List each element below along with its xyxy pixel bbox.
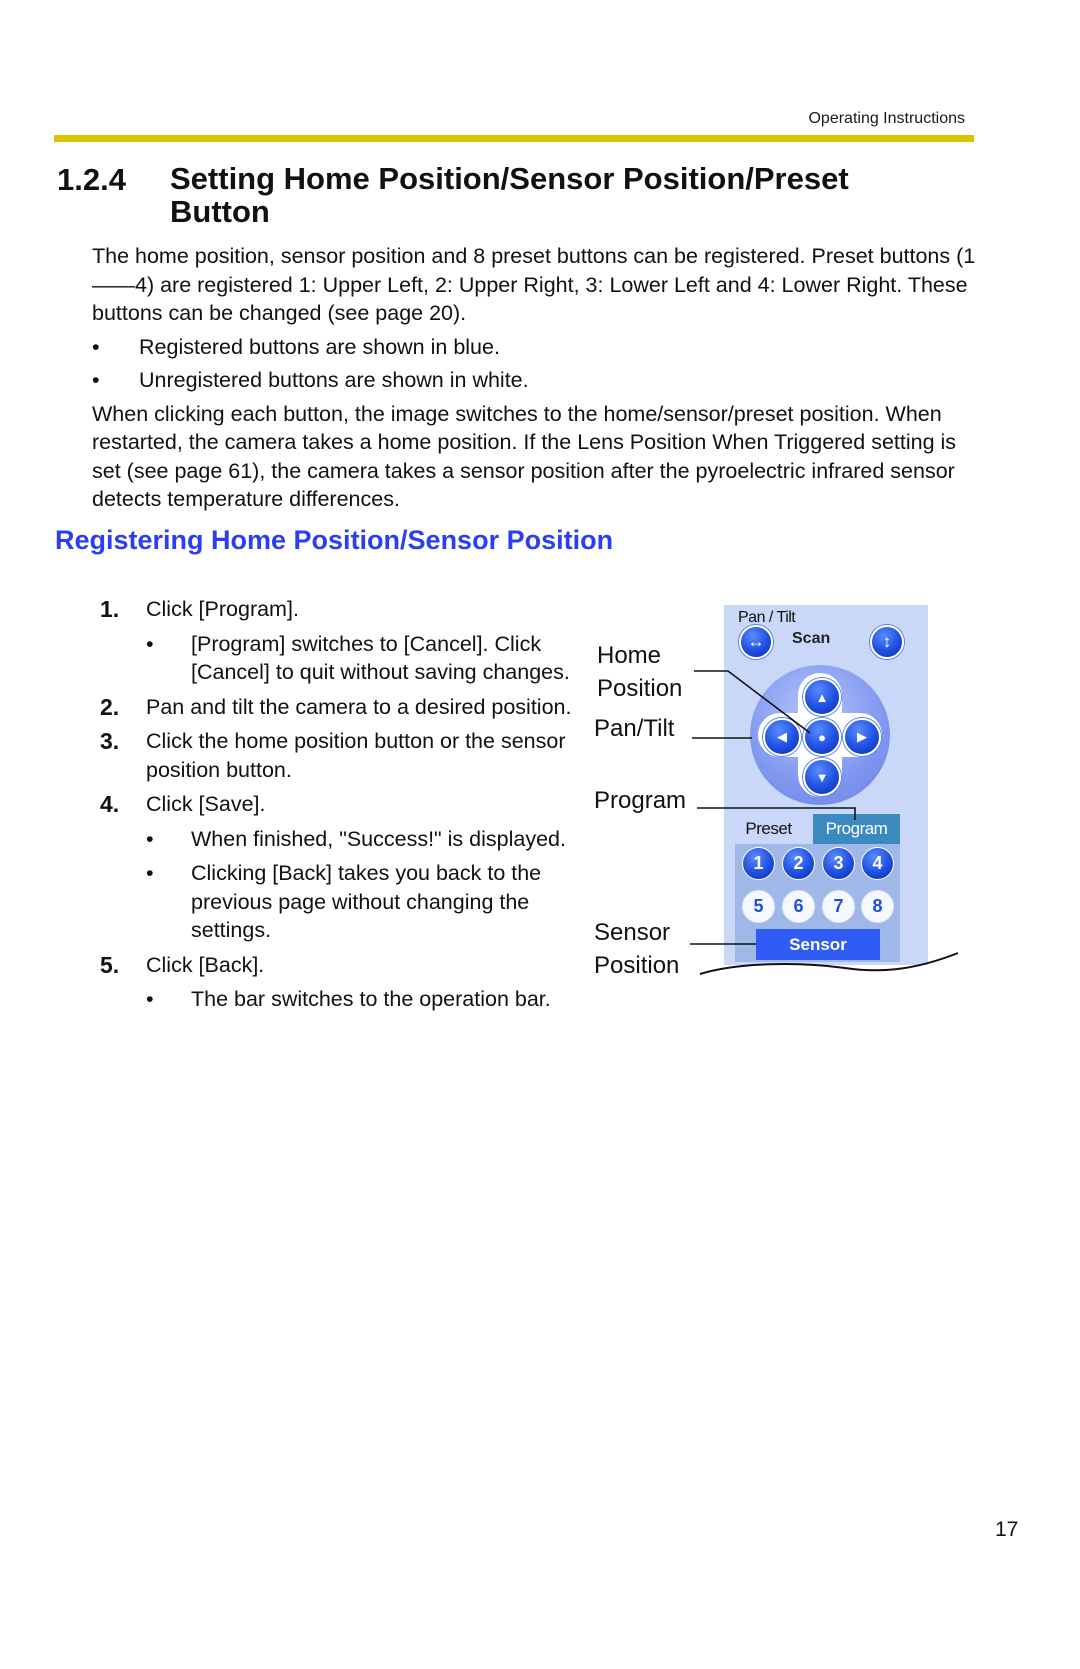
running-head: Operating Instructions [808, 110, 965, 127]
scan-label: Scan [792, 630, 831, 647]
step-note: • When finished, "Success!" is displayed. [146, 825, 580, 854]
preset-button-4[interactable]: 4 [861, 847, 894, 880]
callout-home-line1: Home [597, 642, 662, 669]
step-2: 2. Pan and tilt the camera to a desired … [100, 693, 580, 722]
preset-button-7[interactable]: 7 [822, 890, 855, 923]
preset-button-2[interactable]: 2 [782, 847, 815, 880]
step-3: 3. Click the home position button or the… [100, 727, 580, 784]
bullet-icon: • [146, 987, 154, 1011]
bullet-icon: • [146, 861, 154, 885]
pan-tilt-title: Pan / Tilt [738, 609, 796, 626]
direction-pad: ▲ ◀ ● ▶ ▼ [750, 665, 890, 805]
callout-sensor-position: Sensor Position [594, 918, 679, 981]
home-position-button[interactable]: ● [803, 718, 841, 756]
step-note: • The bar switches to the operation bar. [146, 985, 580, 1014]
step-number: 5. [100, 951, 120, 978]
step-4: 4. Click [Save]. • When finished, "Succes… [100, 790, 580, 945]
arrow-left-icon: ◀ [777, 729, 787, 744]
step-number: 3. [100, 728, 120, 754]
preset-button-6[interactable]: 6 [782, 890, 815, 923]
step-note: • Clicking [Back] takes you back to the p… [146, 859, 580, 945]
callout-sensor-line2: Position [594, 952, 680, 979]
step-text: Pan and tilt the camera to a desired pos… [146, 694, 572, 719]
step-note-text: When finished, "Success!" is displayed. [191, 826, 566, 851]
preset-button-grid: 1 2 3 4 5 6 7 8 Sensor [735, 844, 900, 962]
step-notes: • [Program] switches to [Cancel]. Click [… [146, 630, 580, 687]
step-note-text: The bar switches to the operation bar. [191, 987, 551, 1011]
step-text: Click [Save]. [146, 792, 266, 816]
tab-program[interactable]: Program [813, 814, 900, 844]
intro-bullet-text: Unregistered buttons are shown in white. [139, 368, 529, 392]
step-number: 4. [100, 791, 120, 817]
preset-button-8[interactable]: 8 [861, 890, 894, 923]
intro-bullet: • Unregistered buttons are shown in white… [92, 366, 982, 395]
intro-bullets: • Registered buttons are shown in blue. •… [92, 333, 982, 395]
section-number: 1.2.4 [57, 162, 126, 197]
page-number: 17 [995, 1518, 1019, 1541]
intro: The home position, sensor position and 8… [92, 242, 982, 514]
step-1: 1. Click [Program]. • [Program] switches … [100, 595, 580, 687]
horizontal-arrows-icon: ↔ [747, 632, 765, 651]
bullet-icon: • [146, 826, 154, 851]
step-note: • [Program] switches to [Cancel]. Click [… [146, 630, 580, 687]
step-text: Click [Back]. [146, 952, 265, 977]
arrow-right-icon: ▶ [857, 729, 867, 744]
bullet-icon: • [92, 334, 100, 359]
vertical-scan-button[interactable]: ↕ [870, 625, 904, 659]
intro-paragraph-2: When clicking each button, the image swi… [92, 401, 957, 512]
home-dot-icon: ● [818, 729, 826, 745]
step-text: Click the home position button or the se… [146, 729, 566, 782]
section-title: Setting Home Position/Sensor Position/Pr… [170, 161, 849, 229]
step-note-text: [Program] switches to [Cancel]. Click [C… [191, 631, 570, 685]
arrow-up-icon: ▲ [815, 689, 829, 705]
steps-list: 1. Click [Program]. • [Program] switches … [100, 595, 580, 1020]
vertical-arrows-icon: ↕ [882, 632, 892, 651]
sensor-position-button[interactable]: Sensor [756, 929, 880, 960]
callout-sensor-line1: Sensor [594, 919, 671, 946]
step-notes: • When finished, "Success!" is displayed.… [146, 825, 580, 945]
callout-pan-tilt: Pan/Tilt [594, 715, 675, 742]
tilt-down-button[interactable]: ▼ [803, 758, 841, 796]
tab-preset[interactable]: Preset [724, 814, 813, 844]
step-notes: • The bar switches to the operation bar. [146, 985, 580, 1014]
step-number: 1. [100, 596, 120, 622]
intro-bullet: • Registered buttons are shown in blue. [92, 333, 982, 362]
subheading: Registering Home Position/Sensor Positio… [55, 525, 614, 555]
bullet-icon: • [146, 631, 154, 656]
step-5: 5. Click [Back]. • The bar switches to th… [100, 951, 580, 1014]
step-number: 2. [100, 693, 120, 720]
preset-button-3[interactable]: 3 [822, 847, 855, 880]
callout-program: Program [594, 787, 687, 814]
intro-paragraph-1: The home position, sensor position and 8… [92, 244, 976, 325]
preset-button-1[interactable]: 1 [742, 847, 775, 880]
pan-left-button[interactable]: ◀ [763, 718, 801, 756]
pan-right-button[interactable]: ▶ [843, 718, 881, 756]
callout-home-position: Home Position [597, 641, 682, 704]
step-note-text: Clicking [Back] takes you back to the pr… [191, 861, 542, 942]
tilt-up-button[interactable]: ▲ [803, 678, 841, 716]
step-text: Click [Program]. [146, 597, 299, 621]
arrow-down-icon: ▼ [815, 769, 829, 785]
callout-home-line2: Position [597, 675, 683, 702]
preset-button-5[interactable]: 5 [742, 890, 775, 923]
intro-bullet-text: Registered buttons are shown in blue. [139, 334, 500, 359]
bullet-icon: • [92, 368, 100, 392]
header-rule [54, 135, 974, 142]
pan-tilt-panel: Pan / Tilt ↔ Scan ↕ ▲ ◀ ● ▶ ▼ Preset Pro… [724, 605, 928, 965]
horizontal-scan-button[interactable]: ↔ [739, 625, 773, 659]
